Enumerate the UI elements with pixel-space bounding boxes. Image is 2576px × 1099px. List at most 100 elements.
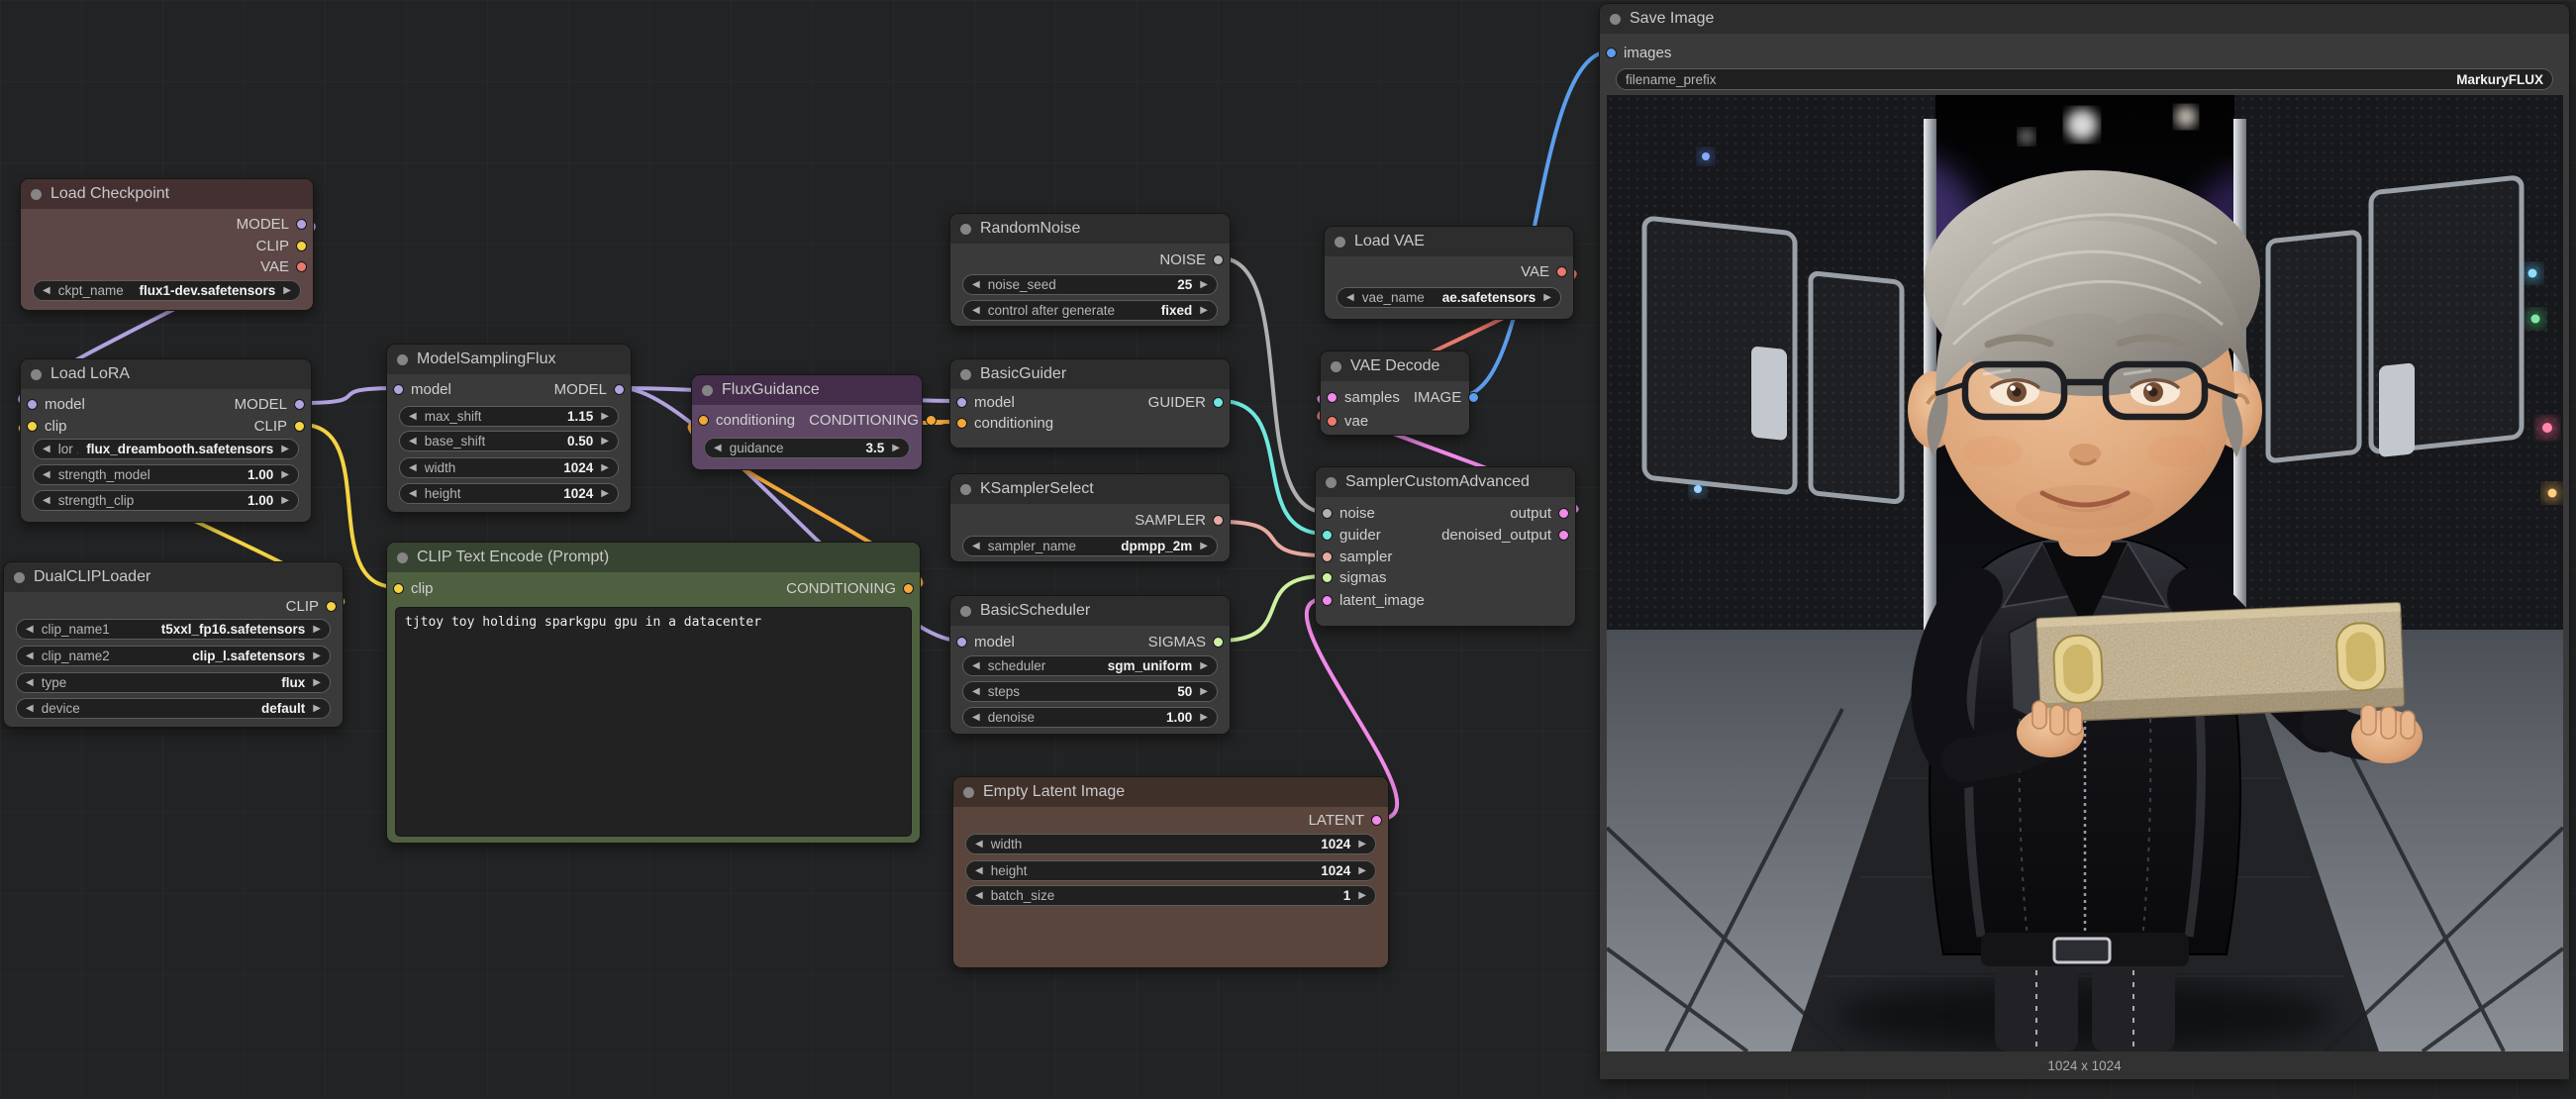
input-dot-model[interactable] <box>956 637 967 648</box>
prev-arrow-icon[interactable]: ◀ <box>972 661 980 671</box>
output-dot-vae[interactable] <box>1556 266 1567 277</box>
next-arrow-icon[interactable]: ▶ <box>1543 293 1551 303</box>
node-header[interactable]: ModelSamplingFlux <box>387 345 631 374</box>
node-header[interactable]: Load LoRA <box>21 359 311 389</box>
node-header[interactable]: FluxGuidance <box>692 375 922 405</box>
node-model-sampling-flux[interactable]: ModelSamplingFlux modelMODEL ◀max_shift1… <box>386 344 632 513</box>
node-header[interactable]: Empty Latent Image <box>953 777 1388 807</box>
prev-arrow-icon[interactable]: ◀ <box>975 840 983 849</box>
node-basic-scheduler[interactable]: BasicScheduler modelSIGMAS ◀schedulersgm… <box>949 595 1231 735</box>
input-dot-sampler[interactable] <box>1322 551 1333 562</box>
prev-arrow-icon[interactable]: ◀ <box>26 625 34 635</box>
widget-guidance[interactable]: ◀guidance3.5▶ <box>704 438 910 458</box>
node-clip-text-encode[interactable]: CLIP Text Encode (Prompt) clipCONDITIONI… <box>386 542 921 844</box>
prev-arrow-icon[interactable]: ◀ <box>714 444 722 453</box>
node-header[interactable]: BasicScheduler <box>950 596 1230 626</box>
prev-arrow-icon[interactable]: ◀ <box>409 463 417 473</box>
next-arrow-icon[interactable]: ▶ <box>601 463 609 473</box>
next-arrow-icon[interactable]: ▶ <box>313 678 321 688</box>
node-load-checkpoint[interactable]: Load Checkpoint MODEL CLIP VAE ◀ ckpt_na… <box>20 178 314 311</box>
widget-lora-name[interactable]: ◀lor ...flux_dreambooth.safetensors▶ <box>33 439 299 459</box>
collapse-dot-icon[interactable] <box>960 369 971 380</box>
collapse-dot-icon[interactable] <box>1610 14 1621 25</box>
widget-vae-name[interactable]: ◀vae_nameae.safetensors▶ <box>1337 287 1561 308</box>
collapse-dot-icon[interactable] <box>702 385 713 396</box>
widget-clip-name2[interactable]: ◀clip_name2clip_l.safetensors▶ <box>16 646 331 666</box>
input-dot-clip[interactable] <box>393 583 404 594</box>
input-dot-sigmas[interactable] <box>1322 572 1333 583</box>
next-arrow-icon[interactable]: ▶ <box>281 496 289 506</box>
next-arrow-icon[interactable]: ▶ <box>313 704 321 714</box>
prev-arrow-icon[interactable]: ◀ <box>43 470 50 480</box>
widget-ckpt-name[interactable]: ◀ ckpt_name flux1-dev.safetensors ▶ <box>33 280 301 301</box>
collapse-dot-icon[interactable] <box>1335 237 1345 248</box>
collapse-dot-icon[interactable] <box>31 369 42 380</box>
collapse-dot-icon[interactable] <box>397 354 408 365</box>
output-dot-latent[interactable] <box>1371 815 1382 826</box>
widget-height[interactable]: ◀height1024▶ <box>965 860 1376 881</box>
output-dot-vae[interactable] <box>296 261 307 272</box>
input-dot-vae[interactable] <box>1327 416 1338 427</box>
node-header[interactable]: Load Checkpoint <box>21 179 313 209</box>
next-arrow-icon[interactable]: ▶ <box>1200 661 1208 671</box>
node-empty-latent-image[interactable]: Empty Latent Image LATENT ◀width1024▶ ◀h… <box>952 776 1389 968</box>
node-random-noise[interactable]: RandomNoise NOISE ◀noise_seed25▶ ◀contro… <box>949 213 1231 327</box>
node-load-vae[interactable]: Load VAE VAE ◀vae_nameae.safetensors▶ <box>1324 226 1574 320</box>
collapse-dot-icon[interactable] <box>963 787 974 798</box>
input-dot-conditioning[interactable] <box>956 418 967 429</box>
output-dot-guider[interactable] <box>1213 397 1224 408</box>
prev-arrow-icon[interactable]: ◀ <box>43 445 50 454</box>
node-load-lora[interactable]: Load LoRA modelMODEL clipCLIP ◀lor ...fl… <box>20 358 312 523</box>
prev-arrow-icon[interactable]: ◀ <box>1346 293 1354 303</box>
node-ksampler-select[interactable]: KSamplerSelect SAMPLER ◀sampler_namedpmp… <box>949 473 1231 562</box>
output-dot-model[interactable] <box>614 384 625 395</box>
output-dot-denoised-output[interactable] <box>1558 530 1569 541</box>
input-dot-model[interactable] <box>393 384 404 395</box>
prev-arrow-icon[interactable]: ◀ <box>43 496 50 506</box>
node-header[interactable]: KSamplerSelect <box>950 474 1230 504</box>
prompt-textarea[interactable]: tjtoy toy holding sparkgpu gpu in a data… <box>395 607 912 837</box>
collapse-dot-icon[interactable] <box>31 189 42 200</box>
node-header[interactable]: Load VAE <box>1325 227 1573 256</box>
widget-strength-clip[interactable]: ◀strength_clip1.00▶ <box>33 490 299 511</box>
prev-arrow-icon[interactable]: ◀ <box>975 866 983 876</box>
input-dot-latent-image[interactable] <box>1322 595 1333 606</box>
next-arrow-icon[interactable]: ▶ <box>601 437 609 447</box>
next-arrow-icon[interactable]: ▶ <box>1358 866 1366 876</box>
output-dot-output[interactable] <box>1558 508 1569 519</box>
output-dot-sigmas[interactable] <box>1213 637 1224 648</box>
next-arrow-icon[interactable]: ▶ <box>313 651 321 661</box>
prev-arrow-icon[interactable]: ◀ <box>972 687 980 697</box>
next-arrow-icon[interactable]: ▶ <box>1200 687 1208 697</box>
collapse-dot-icon[interactable] <box>960 484 971 495</box>
node-header[interactable]: DualCLIPLoader <box>4 562 343 592</box>
node-sampler-custom-advanced[interactable]: SamplerCustomAdvanced noiseoutput guider… <box>1315 466 1576 627</box>
widget-batch-size[interactable]: ◀batch_size1▶ <box>965 885 1376 906</box>
node-graph-canvas[interactable]: Load Checkpoint MODEL CLIP VAE ◀ ckpt_na… <box>0 0 2576 1099</box>
input-dot-model[interactable] <box>956 397 967 408</box>
output-dot-clip[interactable] <box>296 241 307 251</box>
prev-arrow-icon[interactable]: ◀ <box>975 891 983 901</box>
prev-arrow-icon[interactable]: ◀ <box>972 280 980 290</box>
collapse-dot-icon[interactable] <box>397 552 408 563</box>
next-arrow-icon[interactable]: ▶ <box>313 625 321 635</box>
output-dot-sampler[interactable] <box>1213 515 1224 526</box>
widget-clip-name1[interactable]: ◀clip_name1t5xxl_fp16.safetensors▶ <box>16 619 331 640</box>
input-dot-guider[interactable] <box>1322 530 1333 541</box>
widget-width[interactable]: ◀width1024▶ <box>399 457 619 478</box>
output-dot-image[interactable] <box>1468 392 1479 403</box>
widget-base-shift[interactable]: ◀base_shift0.50▶ <box>399 431 619 451</box>
widget-sampler-name[interactable]: ◀sampler_namedpmpp_2m▶ <box>962 536 1218 556</box>
output-dot-noise[interactable] <box>1213 254 1224 265</box>
prev-arrow-icon[interactable]: ◀ <box>409 437 417 447</box>
node-header[interactable]: RandomNoise <box>950 214 1230 244</box>
output-dot-clip[interactable] <box>294 421 305 432</box>
input-dot-conditioning[interactable] <box>698 415 709 426</box>
node-flux-guidance[interactable]: FluxGuidance conditioningCONDITIONING ◀g… <box>691 374 923 470</box>
widget-scheduler[interactable]: ◀schedulersgm_uniform▶ <box>962 655 1218 676</box>
widget-noise-seed[interactable]: ◀noise_seed25▶ <box>962 274 1218 295</box>
node-header[interactable]: CLIP Text Encode (Prompt) <box>387 543 920 572</box>
input-dot-clip[interactable] <box>27 421 38 432</box>
widget-width[interactable]: ◀width1024▶ <box>965 834 1376 854</box>
next-arrow-icon[interactable]: ▶ <box>281 470 289 480</box>
